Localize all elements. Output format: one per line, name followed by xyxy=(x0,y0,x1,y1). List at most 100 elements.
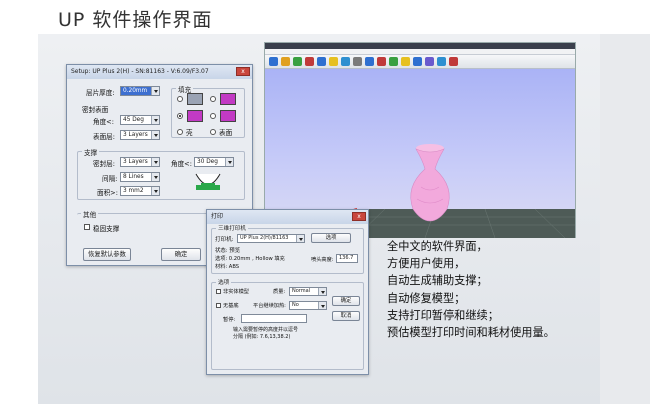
spacing-label: 间隔: xyxy=(102,175,118,183)
chevron-down-icon xyxy=(225,158,233,166)
feature-item: 全中文的软件界面， xyxy=(387,240,488,253)
chevron-down-icon xyxy=(318,302,326,309)
area-label: 面积>: xyxy=(97,189,118,197)
chevron-down-icon xyxy=(151,187,159,195)
chevron-down-icon xyxy=(151,116,159,124)
printer-options-button[interactable]: 选项 xyxy=(311,233,351,243)
support-angle-label: 角度<: xyxy=(171,160,192,168)
toolbar-tool-icon[interactable] xyxy=(377,57,386,66)
fill-group: 填充 壳 表面 xyxy=(171,84,245,138)
fill-surface-label: 表面 xyxy=(219,129,233,137)
no-raft-checkbox[interactable] xyxy=(216,303,221,308)
pause-hint-line-1: 输入需要暂停的高度并以逗号 xyxy=(233,327,299,333)
spacing-select[interactable]: 8 Lines xyxy=(120,172,160,182)
print-cancel-button[interactable]: 取消 xyxy=(332,311,360,321)
vase-model xyxy=(410,144,450,222)
support-group-title: 支撑 xyxy=(82,147,100,157)
feature-item: 方便用户使用， xyxy=(387,257,466,271)
chevron-down-icon xyxy=(318,288,326,295)
toolbar-tool-icon[interactable] xyxy=(269,57,278,66)
close-icon[interactable]: x xyxy=(352,212,366,221)
printer-select[interactable]: UP Plus 2(H)/81163 xyxy=(237,234,305,243)
fill-shell-label: 壳 xyxy=(186,129,193,137)
quality-select[interactable]: Normal xyxy=(289,287,327,296)
stable-support-checkbox[interactable] xyxy=(84,224,90,230)
toolbar-tool-icon[interactable] xyxy=(281,57,290,66)
toolbar-tool-icon[interactable] xyxy=(389,57,398,66)
support-dense-select[interactable]: 3 Layers xyxy=(120,157,160,167)
layer-thickness-label: 层片厚度: xyxy=(86,89,115,97)
platform-heat-select[interactable]: No xyxy=(289,301,327,310)
toolbar-tool-icon[interactable] xyxy=(413,57,422,66)
nozzle-height-label: 喷头高度: xyxy=(311,257,334,263)
toolbar-tool-icon[interactable] xyxy=(365,57,374,66)
setup-dialog-titlebar[interactable]: Setup: UP Plus 2(H) - SN:81163 - V:6.09/… xyxy=(67,65,252,79)
toolbar-tool-icon[interactable] xyxy=(425,57,434,66)
unsolid-label: 非实体模型 xyxy=(223,289,249,295)
restore-defaults-button[interactable]: 恢复默认参数 xyxy=(83,248,131,261)
print-options-title: 选项 xyxy=(216,278,232,286)
close-icon[interactable]: x xyxy=(236,67,250,76)
printer-status: 状态: 预览 xyxy=(215,248,241,254)
chevron-down-icon xyxy=(296,235,304,242)
chevron-down-icon xyxy=(151,158,159,166)
layer-thickness-select[interactable]: 0.20mm xyxy=(120,86,160,96)
fill-loose-icon xyxy=(220,93,236,105)
surface-layers-select[interactable]: 3 Layers xyxy=(120,130,160,140)
fill-option-2-radio[interactable] xyxy=(210,96,216,102)
other-group-title: 其他 xyxy=(81,209,99,219)
surface-layers-label: 表面层: xyxy=(93,133,116,141)
support-angle-select[interactable]: 30 Deg xyxy=(194,157,234,167)
fill-solid-icon xyxy=(187,93,203,105)
fill-option-1-radio[interactable] xyxy=(177,96,183,102)
material-label: 材料: ABS xyxy=(215,264,240,270)
feature-item: 支持打印暂停和继续； xyxy=(387,308,499,322)
toolbar-tool-icon[interactable] xyxy=(293,57,302,66)
chevron-down-icon xyxy=(151,173,159,181)
fill-option-3-radio[interactable] xyxy=(177,113,183,119)
panel-edge xyxy=(600,34,650,404)
angle-select[interactable]: 45 Deg xyxy=(120,115,160,125)
setup-dialog-title: Setup: UP Plus 2(H) - SN:81163 - V:6.09/… xyxy=(71,68,209,75)
stable-support-label: 稳固支撑 xyxy=(93,225,120,233)
pause-heights-input[interactable] xyxy=(241,314,307,323)
dense-surface-title: 密封表面 xyxy=(82,106,109,114)
fill-hollow-icon xyxy=(220,110,236,122)
print-ok-button[interactable]: 确定 xyxy=(332,296,360,306)
printer-label: 打印机: xyxy=(215,237,234,243)
feature-list: 全中文的软件界面， 方便用户使用， 自动生成辅助支撑； 自动修复模型； 支持打印… xyxy=(387,238,627,341)
chevron-down-icon xyxy=(151,131,159,139)
toolbar-tool-icon[interactable] xyxy=(401,57,410,66)
fill-surface-radio[interactable] xyxy=(210,129,216,135)
unsolid-checkbox[interactable] xyxy=(216,289,221,294)
platform-heat-label: 平台继续加热: xyxy=(253,303,286,309)
toolbar-tool-icon[interactable] xyxy=(341,57,350,66)
toolbar-tool-icon[interactable] xyxy=(317,57,326,66)
print-dialog-title: 打印 xyxy=(211,213,224,220)
feature-item: 自动修复模型； xyxy=(387,291,466,305)
support-preview-icon xyxy=(195,173,221,190)
print-settings-summary: 选项: 0.20mm , Hollow 填充 xyxy=(215,256,285,262)
page-title: UP 软件操作界面 xyxy=(58,9,213,31)
toolbar-tool-icon[interactable] xyxy=(437,57,446,66)
fill-shell-radio[interactable] xyxy=(177,129,183,135)
no-raft-label: 无基底 xyxy=(223,303,239,309)
toolbar-tool-icon[interactable] xyxy=(449,57,458,66)
toolbar-tool-icon[interactable] xyxy=(305,57,314,66)
toolbar-tool-icon[interactable] xyxy=(329,57,338,66)
fill-medium-icon xyxy=(187,110,203,122)
angle-label: 角度<: xyxy=(93,118,114,126)
setup-ok-button[interactable]: 确定 xyxy=(161,248,201,261)
app-toolbar xyxy=(265,55,575,69)
feature-item: 自动生成辅助支撑； xyxy=(387,274,488,288)
nozzle-height-input[interactable]: 136.7 xyxy=(336,254,358,263)
fill-option-4-radio[interactable] xyxy=(210,113,216,119)
printer-group-title: 三维打印机 xyxy=(216,224,248,232)
chevron-down-icon xyxy=(151,87,159,95)
area-select[interactable]: 3 mm2 xyxy=(120,186,160,196)
print-dialog: 打印 x 三维打印机 打印机: UP Plus 2(H)/81163 选项 状态… xyxy=(206,209,369,375)
toolbar-tool-icon[interactable] xyxy=(353,57,362,66)
pause-label: 暂停: xyxy=(223,317,236,323)
support-dense-label: 密封层: xyxy=(93,160,116,168)
print-dialog-titlebar[interactable]: 打印 x xyxy=(207,210,368,224)
